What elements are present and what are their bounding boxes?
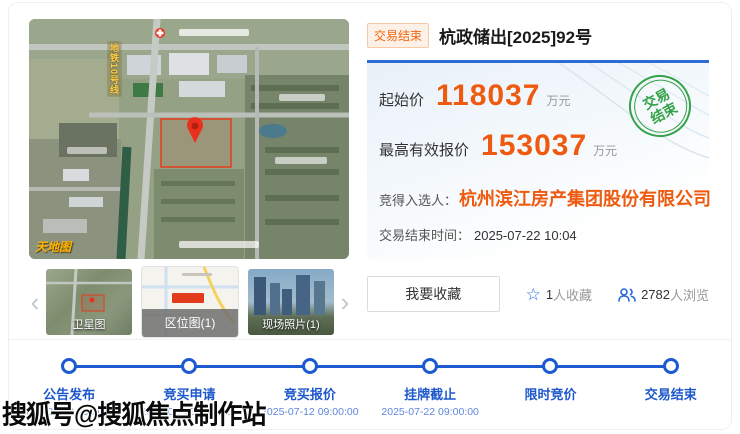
views-stat: 2782 人浏览 xyxy=(618,285,709,304)
favorites-count: 1 xyxy=(546,287,553,302)
end-time-value: 2025-07-22 10:04 xyxy=(474,228,577,243)
star-icon: ☆ xyxy=(526,286,541,303)
favorite-button[interactable]: 我要收藏 xyxy=(367,276,500,312)
thumbnail-satellite-label: 卫星图 xyxy=(46,314,132,335)
highest-bid-row: 最高有效报价 153037 万元 xyxy=(379,131,695,161)
timeline-node-icon xyxy=(181,358,197,374)
timeline-node-icon xyxy=(542,358,558,374)
start-price-value: 118037 xyxy=(436,81,540,111)
timeline-step-listing-deadline: 挂牌截止 2025-07-22 09:00:00 xyxy=(370,358,490,429)
timeline-node-icon xyxy=(302,358,318,374)
map-provider-logo: 天地图 xyxy=(35,238,71,255)
title-row: 交易结束 杭政储出[2025]92号 xyxy=(367,23,709,48)
detail-column: 交易结束 杭政储出[2025]92号 起始价 118037 万元 xyxy=(351,19,731,341)
price-info-card: 起始价 118037 万元 最高有效报价 153037 万元 交易 结束 xyxy=(367,60,709,260)
timeline-node-icon xyxy=(663,358,679,374)
views-suffix: 人浏览 xyxy=(670,285,709,304)
next-arrow-icon[interactable]: › xyxy=(339,289,351,315)
winner-value: 杭州滨江房产集团股份有限公司 xyxy=(459,185,711,211)
deal-closed-stamp-text: 交易 结束 xyxy=(640,85,680,127)
timeline-node-icon xyxy=(422,358,438,374)
satellite-map-image xyxy=(29,19,349,259)
highest-bid-label: 最高有效报价 xyxy=(379,139,469,160)
end-time-row: 交易结束时间： 2025-07-22 10:04 xyxy=(379,225,695,244)
viewers-icon xyxy=(618,287,636,302)
map-column: 地铁10号线 天地图 ‹ 卫星图 xyxy=(29,19,351,341)
land-auction-page: 地铁10号线 天地图 ‹ 卫星图 xyxy=(0,0,740,434)
winner-label: 竞得入选人： xyxy=(379,190,457,209)
status-badge: 交易结束 xyxy=(367,23,429,48)
thumbnail-site-photo[interactable]: 现场照片(1) xyxy=(248,269,334,335)
prev-arrow-icon[interactable]: ‹ xyxy=(29,289,41,315)
watermark: 搜狐号@搜狐焦点制作站 xyxy=(2,394,265,432)
highest-bid-unit: 万元 xyxy=(593,142,617,159)
start-price-label: 起始价 xyxy=(379,89,424,110)
thumbnail-location-map[interactable]: 区位图(1) xyxy=(142,267,238,337)
winner-row: 竞得入选人： 杭州滨江房产集团股份有限公司 xyxy=(379,185,695,211)
start-price-unit: 万元 xyxy=(546,92,570,109)
favorites-stat[interactable]: ☆ 1 人收藏 xyxy=(526,285,593,304)
top-section: 地铁10号线 天地图 ‹ 卫星图 xyxy=(9,3,731,341)
thumbnail-location-map-label: 区位图(1) xyxy=(142,309,238,337)
metro-line-label: 地铁10号线 xyxy=(107,41,122,97)
thumbnail-satellite[interactable]: 卫星图 xyxy=(46,269,132,335)
highest-bid-value: 153037 xyxy=(481,131,587,161)
favorites-suffix: 人收藏 xyxy=(553,285,592,304)
thumbnail-strip: ‹ 卫星图 xyxy=(29,267,351,337)
timeline-node-icon xyxy=(61,358,77,374)
timeline-step-bidding: 竞买报价 2025-07-12 09:00:00 xyxy=(250,358,370,429)
timeline-step-timed-auction: 限时竞价 xyxy=(490,358,610,429)
content-card: 地铁10号线 天地图 ‹ 卫星图 xyxy=(8,2,732,430)
page-title: 杭政储出[2025]92号 xyxy=(439,23,592,48)
views-count: 2782 xyxy=(641,287,670,302)
satellite-map[interactable]: 地铁10号线 天地图 xyxy=(29,19,349,259)
actions-row: 我要收藏 ☆ 1 人收藏 xyxy=(367,276,709,312)
timeline-step-deal-closed: 交易结束 xyxy=(611,358,731,429)
thumbnail-site-photo-label: 现场照片(1) xyxy=(248,314,334,335)
end-time-label: 交易结束时间： xyxy=(379,228,470,243)
